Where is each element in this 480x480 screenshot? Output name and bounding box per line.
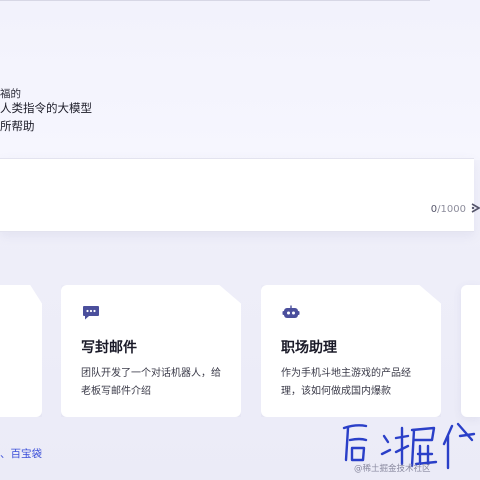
hero-subtitle-line-2: 所帮助	[0, 119, 35, 133]
prompt-card-email[interactable]: 写封邮件 团队开发了一个对话机器人，给 老板写邮件介绍	[61, 285, 241, 417]
prompt-card-work-assistant[interactable]: 职场助理 作为手机斗地主游戏的产品经 理，该如何做成国内爆款	[261, 285, 441, 417]
prompt-card-partial-left[interactable]	[0, 285, 42, 417]
chat-bubble-icon	[82, 305, 100, 321]
character-counter: 0/1000	[431, 204, 466, 215]
prompt-card-partial-right[interactable]	[461, 285, 480, 417]
watermark-source-text: @稀土掘金技术社区	[354, 464, 431, 474]
robot-icon	[282, 305, 300, 321]
top-divider	[0, 0, 430, 1]
prompt-card-partial-text: 福的	[0, 88, 21, 100]
card-description: 作为手机斗地主游戏的产品经 理，该如何做成国内爆款	[281, 365, 431, 401]
card-description-line-1: 作为手机斗地主游戏的产品经	[281, 368, 411, 379]
prompt-input-area[interactable]	[0, 158, 474, 232]
card-description: 团队开发了一个对话机器人，给 老板写邮件介绍	[81, 365, 231, 401]
card-title: 职场助理	[281, 340, 337, 356]
card-description-line-2: 理，该如何做成国内爆款	[281, 386, 391, 397]
card-description-line-1: 团队开发了一个对话机器人，给	[81, 368, 221, 379]
card-title: 写封邮件	[81, 340, 137, 356]
hero-section: 人类指令的大模型 所帮助	[0, 0, 480, 160]
treasure-bag-link[interactable]: 、百宝袋	[0, 446, 42, 461]
character-count-limit: /1000	[437, 204, 466, 215]
send-icon[interactable]	[470, 200, 480, 214]
card-description-line-2: 老板写邮件介绍	[81, 386, 151, 397]
